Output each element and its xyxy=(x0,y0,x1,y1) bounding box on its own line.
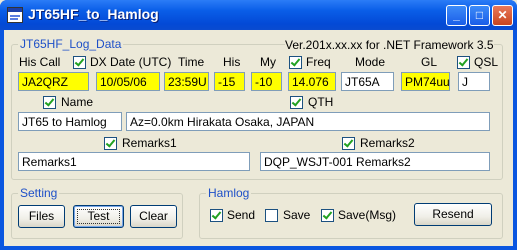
freq-header: Freq xyxy=(306,55,331,69)
remarks2-field[interactable]: DQP_WSJT-001 Remarks2 xyxy=(260,152,490,171)
test-button[interactable]: Test xyxy=(73,205,124,228)
close-icon: ✕ xyxy=(497,8,508,22)
maximize-icon: □ xyxy=(475,8,484,22)
my-report-field[interactable]: -10 xyxy=(251,72,282,91)
maximize-button[interactable]: □ xyxy=(469,5,490,26)
send-checkbox[interactable] xyxy=(210,209,223,222)
hamlog-group-label: Hamlog xyxy=(206,186,252,200)
save-checkbox[interactable] xyxy=(265,209,278,222)
minimize-button[interactable]: _ xyxy=(446,5,467,26)
save-label: Save xyxy=(283,208,311,222)
his-header: His xyxy=(223,55,241,69)
his-report-field[interactable]: -15 xyxy=(214,72,245,91)
title-bar[interactable]: JT65HF_to_Hamlog _ □ ✕ xyxy=(0,0,517,30)
date-field[interactable]: 10/05/06 xyxy=(96,72,160,91)
files-button[interactable]: Files xyxy=(18,205,65,228)
hamlog-group: Hamlog Send Save Save(Msg) Resend xyxy=(199,186,503,239)
date-header: Date (UTC) xyxy=(110,55,172,69)
log-data-group-label: JT65HF_Log_Data xyxy=(18,37,124,51)
name-checkbox[interactable] xyxy=(43,96,56,109)
resend-button[interactable]: Resend xyxy=(414,203,492,226)
remarks1-field[interactable]: Remarks1 xyxy=(18,152,250,171)
his-call-field[interactable]: JA2QRZ xyxy=(18,72,89,91)
client-area: JT65HF_Log_Data Ver.201x.xx.xx for .NET … xyxy=(4,30,513,246)
remarks2-label: Remarks2 xyxy=(360,136,415,150)
setting-group: Setting Files Test Clear xyxy=(11,186,183,239)
qth-label: QTH xyxy=(308,95,334,109)
remarks1-checkbox[interactable] xyxy=(104,137,117,150)
qsl-checkbox[interactable] xyxy=(457,56,470,69)
close-button[interactable]: ✕ xyxy=(492,5,513,26)
focus-rect xyxy=(77,209,120,224)
name-field[interactable]: JT65 to Hamlog xyxy=(18,112,122,131)
remarks2-checkbox[interactable] xyxy=(342,137,355,150)
mode-header: Mode xyxy=(355,55,386,69)
his-call-header: His Call xyxy=(19,55,61,69)
time-field[interactable]: 23:59U xyxy=(164,72,209,91)
window-title: JT65HF_to_Hamlog xyxy=(28,6,159,22)
qth-field[interactable]: Az=0.0km Hirakata Osaka, JAPAN xyxy=(126,112,490,131)
time-header: Time xyxy=(178,55,205,69)
version-label: Ver.201x.xx.xx for .NET Framework 3.5 xyxy=(285,38,494,52)
save-msg-checkbox[interactable] xyxy=(321,209,334,222)
dx-header: DX xyxy=(90,55,107,69)
my-header: My xyxy=(260,55,276,69)
clear-button[interactable]: Clear xyxy=(130,205,177,228)
freq-checkbox[interactable] xyxy=(289,56,302,69)
setting-group-label: Setting xyxy=(18,186,60,200)
app-icon[interactable] xyxy=(7,7,23,23)
qth-checkbox[interactable] xyxy=(290,96,303,109)
freq-field[interactable]: 14.076 xyxy=(288,72,336,91)
remarks1-label: Remarks1 xyxy=(122,136,177,150)
app-window: JT65HF_to_Hamlog _ □ ✕ JT65HF_Log_Data V… xyxy=(0,0,517,250)
dx-checkbox[interactable] xyxy=(73,56,86,69)
log-data-group: JT65HF_Log_Data Ver.201x.xx.xx for .NET … xyxy=(11,37,503,180)
mode-field[interactable]: JT65A xyxy=(341,72,394,91)
gl-header: GL xyxy=(421,55,438,69)
minimize-icon: _ xyxy=(453,8,460,22)
qsl-header: QSL xyxy=(474,55,499,69)
gl-field[interactable]: PM74uu xyxy=(401,72,450,91)
send-label: Send xyxy=(227,208,256,222)
qsl-field[interactable]: J xyxy=(458,72,490,91)
save-msg-label: Save(Msg) xyxy=(338,208,397,222)
name-label: Name xyxy=(61,95,94,109)
